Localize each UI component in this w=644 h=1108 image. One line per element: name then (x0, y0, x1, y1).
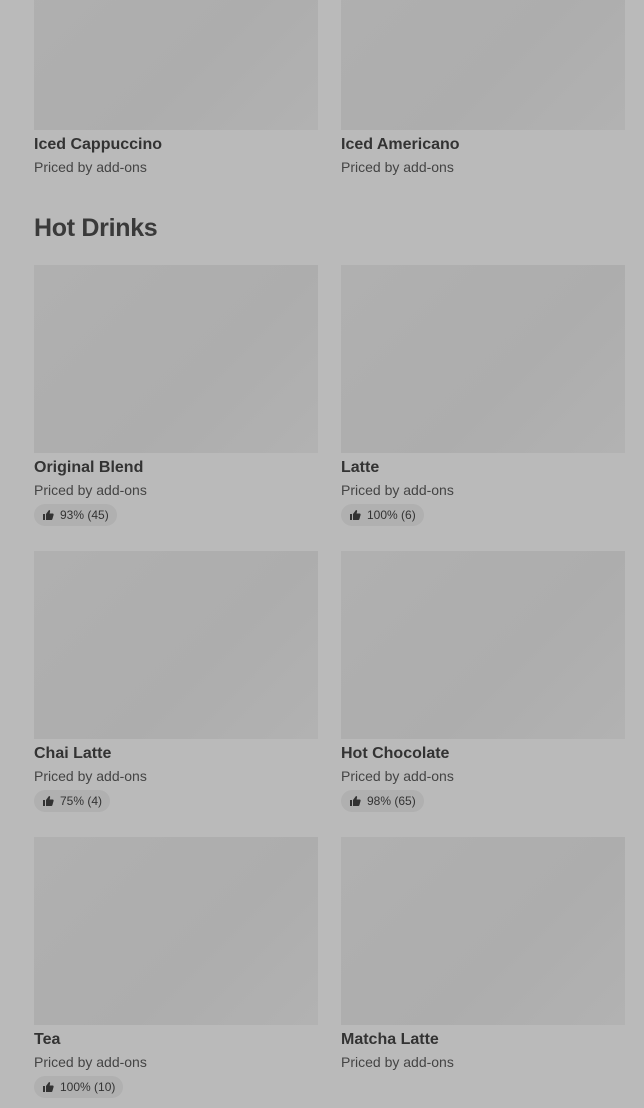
item-image (341, 0, 625, 130)
item-name: Matcha Latte (341, 1031, 439, 1048)
item-price: Priced by add-ons (341, 482, 454, 498)
item-name: Tea (34, 1031, 61, 1048)
item-image (341, 837, 625, 1025)
menu-item-card[interactable]: Chai Latte Priced by add-ons 75% (4) (34, 551, 318, 812)
item-price: Priced by add-ons (341, 768, 454, 784)
thumbs-up-icon (43, 1082, 54, 1092)
item-price: Priced by add-ons (34, 1054, 147, 1070)
menu-item-card[interactable]: Iced Americano Priced by add-ons (341, 0, 625, 176)
item-price: Priced by add-ons (341, 159, 454, 175)
item-name: Iced Americano (341, 136, 460, 153)
item-name: Chai Latte (34, 745, 112, 762)
item-price: Priced by add-ons (34, 482, 147, 498)
section-title: Hot Drinks (34, 214, 158, 242)
item-image (34, 0, 318, 130)
rating-text: 93% (45) (60, 508, 109, 522)
item-image (34, 837, 318, 1025)
item-price: Priced by add-ons (34, 768, 147, 784)
thumbs-up-icon (350, 796, 361, 806)
thumbs-up-icon (43, 796, 54, 806)
menu-item-card[interactable]: Matcha Latte Priced by add-ons (341, 837, 625, 1071)
item-image (341, 265, 625, 453)
rating-badge: 93% (45) (34, 504, 117, 526)
rating-badge: 100% (6) (341, 504, 424, 526)
item-price: Priced by add-ons (34, 159, 147, 175)
item-image (341, 551, 625, 739)
thumbs-up-icon (43, 510, 54, 520)
rating-text: 75% (4) (60, 794, 103, 808)
item-name: Latte (341, 459, 380, 476)
item-price: Priced by add-ons (341, 1054, 454, 1070)
menu-item-card[interactable]: Latte Priced by add-ons 100% (6) (341, 265, 625, 526)
rating-text: 100% (6) (367, 508, 416, 522)
item-name: Original Blend (34, 459, 144, 476)
menu-item-card[interactable]: Original Blend Priced by add-ons 93% (45… (34, 265, 318, 526)
rating-badge: 100% (10) (34, 1076, 124, 1098)
item-image (34, 551, 318, 739)
rating-badge: 98% (65) (341, 790, 424, 812)
thumbs-up-icon (350, 510, 361, 520)
item-name: Hot Chocolate (341, 745, 450, 762)
item-image (34, 265, 318, 453)
menu-item-card[interactable]: Hot Chocolate Priced by add-ons 98% (65) (341, 551, 625, 812)
menu-item-card[interactable]: Iced Cappuccino Priced by add-ons (34, 0, 318, 176)
item-name: Iced Cappuccino (34, 136, 163, 153)
rating-badge: 75% (4) (34, 790, 111, 812)
menu-item-card[interactable]: Tea Priced by add-ons 100% (10) (34, 837, 318, 1098)
rating-text: 100% (10) (60, 1080, 116, 1094)
rating-text: 98% (65) (367, 794, 416, 808)
